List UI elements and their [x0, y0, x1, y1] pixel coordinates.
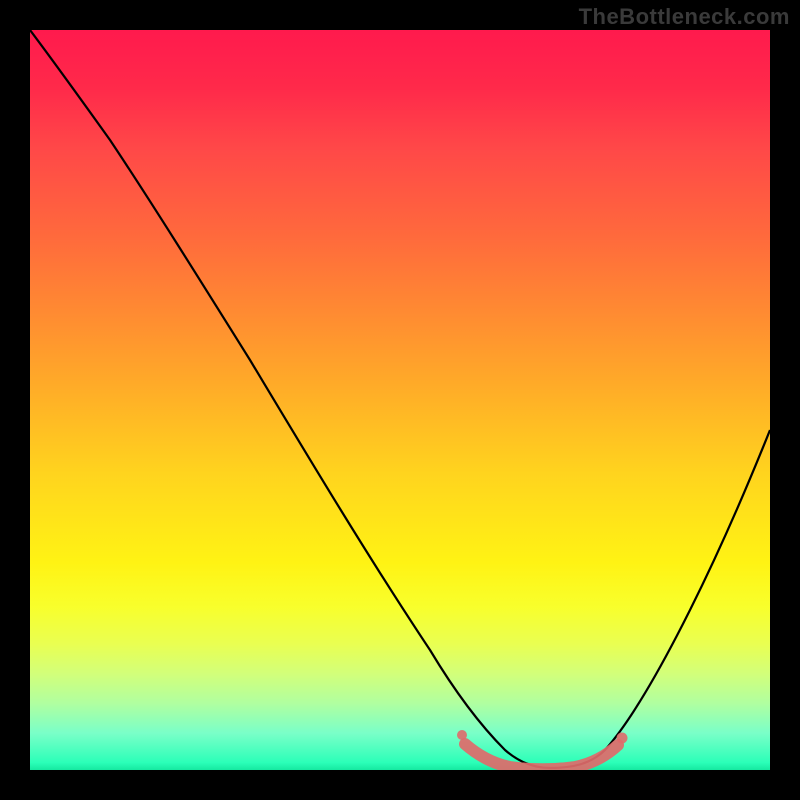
optimal-zone-highlight	[465, 744, 618, 769]
plot-area	[30, 30, 770, 770]
highlight-endpoint-left-icon	[457, 730, 467, 740]
chart-container: TheBottleneck.com	[0, 0, 800, 800]
bottleneck-curve-svg	[30, 30, 770, 770]
main-curve-path	[30, 30, 770, 768]
watermark-text: TheBottleneck.com	[579, 4, 790, 30]
highlight-endpoint-right-icon	[617, 733, 628, 744]
